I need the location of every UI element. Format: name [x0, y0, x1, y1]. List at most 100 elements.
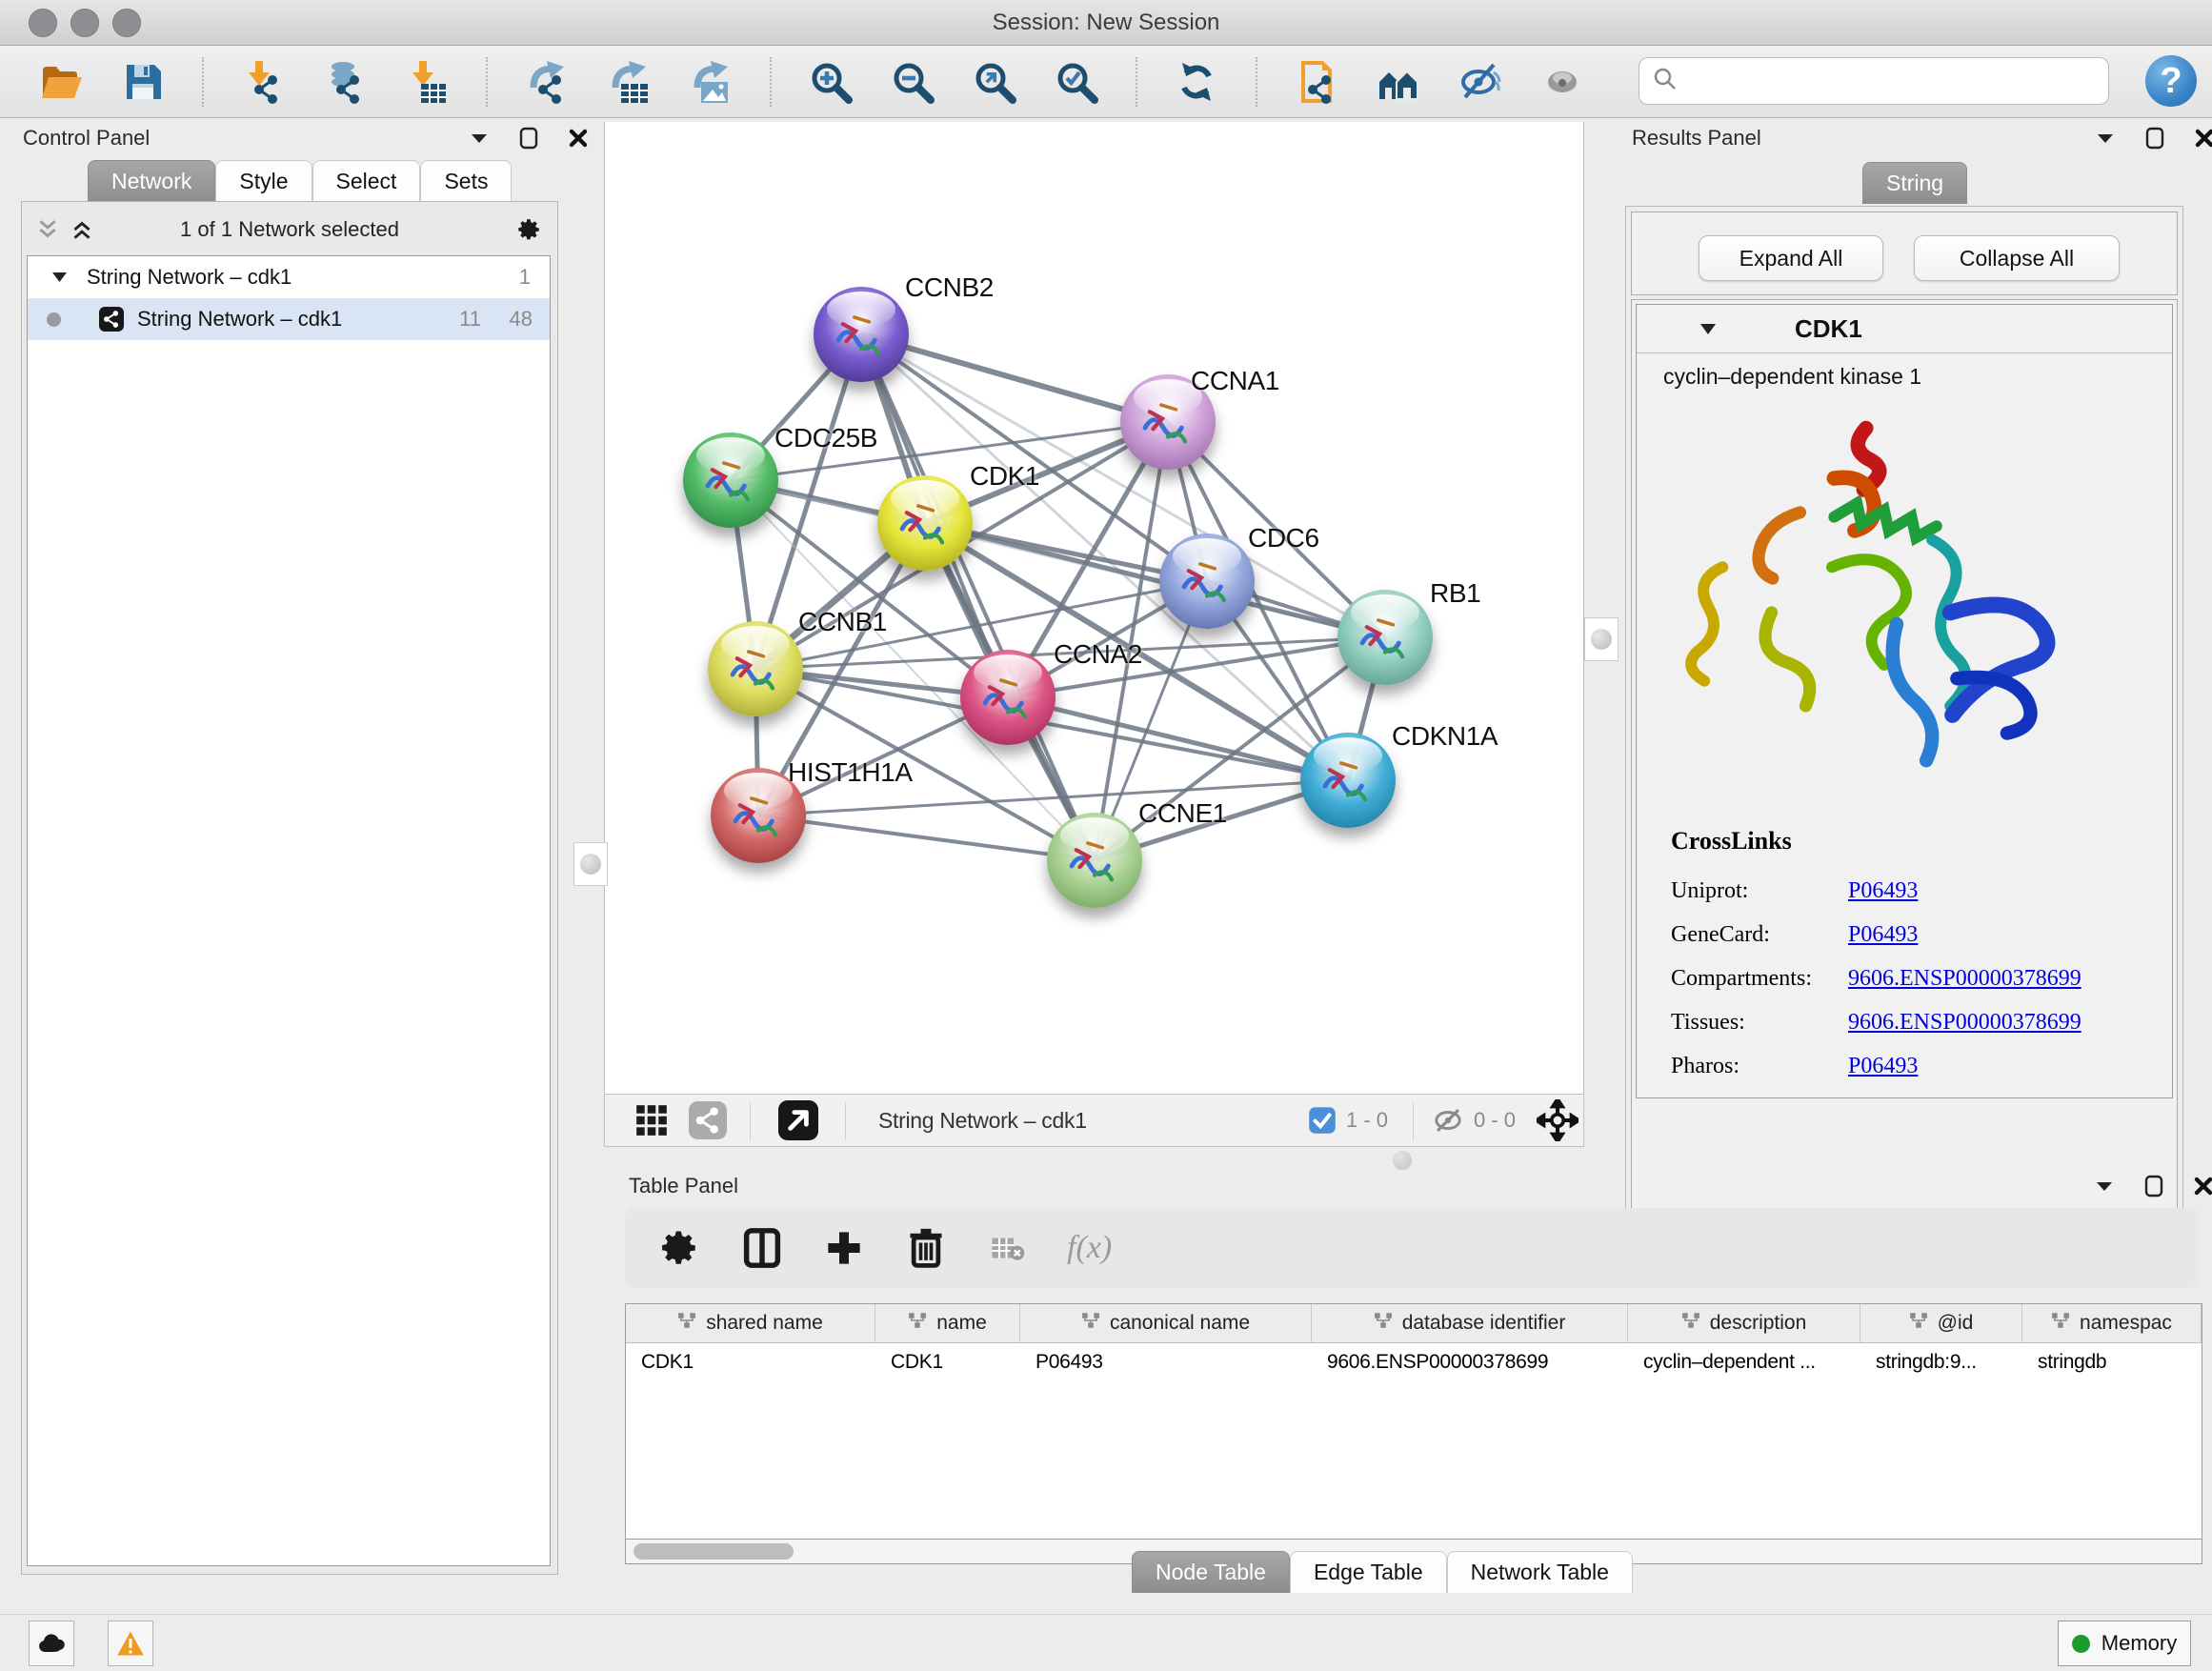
- warnings-button[interactable]: [108, 1621, 153, 1666]
- collection-disclosure-icon[interactable]: [47, 265, 71, 290]
- show-columns-icon[interactable]: [739, 1225, 785, 1271]
- show-panel-button[interactable]: [1538, 57, 1587, 107]
- export-table-icon: [606, 59, 652, 105]
- network-node-cdk1[interactable]: [877, 475, 973, 571]
- network-node-cdkn1a[interactable]: [1300, 733, 1396, 828]
- refresh-button[interactable]: [1172, 57, 1221, 107]
- node-count: 11: [459, 307, 481, 332]
- crosslink-link[interactable]: P06493: [1848, 878, 1918, 904]
- right-splitter-handle[interactable]: [1584, 617, 1619, 661]
- network-node-ccna2[interactable]: [960, 650, 1056, 745]
- close-panel-icon[interactable]: [2191, 1174, 2212, 1198]
- zoom-out-button[interactable]: [888, 57, 937, 107]
- tab-edge-table[interactable]: Edge Table: [1290, 1551, 1447, 1593]
- share-file-button[interactable]: [1292, 57, 1341, 107]
- column-header-name[interactable]: name: [875, 1304, 1020, 1342]
- hide-panel-button[interactable]: [1456, 57, 1505, 107]
- panel-menu-icon[interactable]: [467, 126, 492, 151]
- column-header-namespac[interactable]: namespac: [2022, 1304, 2202, 1342]
- fit-selected-move-icon[interactable]: [1537, 1099, 1579, 1141]
- table-settings-gear-icon[interactable]: [657, 1225, 703, 1271]
- share-file-icon: [1294, 59, 1339, 105]
- left-splitter-handle[interactable]: [573, 842, 608, 886]
- close-panel-icon[interactable]: [566, 126, 591, 151]
- tab-select[interactable]: Select: [312, 160, 421, 202]
- delete-column-trash-icon[interactable]: [903, 1225, 949, 1271]
- table-panel-tabs: Node TableEdge TableNetwork Table: [1132, 1551, 1633, 1593]
- scrollbar-thumb[interactable]: [633, 1543, 794, 1560]
- search-icon: [1651, 65, 1679, 98]
- table-cell[interactable]: stringdb:9...: [1860, 1343, 2022, 1381]
- open-session-button[interactable]: [36, 57, 86, 107]
- crosslink-link[interactable]: P06493: [1848, 922, 1918, 948]
- column-header--id[interactable]: @id: [1860, 1304, 2022, 1342]
- import-network-file-button[interactable]: [238, 57, 288, 107]
- table-row[interactable]: CDK1CDK1P064939606.ENSP00000378699cyclin…: [626, 1343, 2202, 1381]
- float-panel-icon[interactable]: [2142, 1174, 2166, 1198]
- table-cell[interactable]: cyclin–dependent ...: [1628, 1343, 1860, 1381]
- float-panel-icon[interactable]: [2142, 126, 2167, 151]
- results-scroll-area[interactable]: CDK1 cyclin–dependent kinase 1: [1631, 299, 2178, 1219]
- panel-menu-icon[interactable]: [2092, 1174, 2117, 1198]
- column-header-description[interactable]: description: [1628, 1304, 1860, 1342]
- help-button[interactable]: ?: [2145, 55, 2197, 107]
- crosslink-link[interactable]: P06493: [1848, 1054, 1918, 1079]
- hidden-elements-icon[interactable]: 0 - 0: [1432, 1106, 1516, 1135]
- string-home-button[interactable]: [1374, 57, 1423, 107]
- table-cell[interactable]: CDK1: [626, 1343, 875, 1381]
- network-collection-row[interactable]: String Network – cdk1 1: [28, 256, 550, 298]
- network-canvas[interactable]: CCNB2CCNA1CDC25BCDK1CDC6RB1CCNB1CCNA2CDK…: [604, 122, 1584, 1094]
- network-node-rb1[interactable]: [1337, 590, 1433, 685]
- birds-eye-view-icon[interactable]: [778, 1100, 818, 1140]
- tab-network[interactable]: Network: [88, 160, 215, 202]
- bottom-splitter-handle[interactable]: [1393, 1151, 1412, 1170]
- network-node-ccnb1[interactable]: [708, 621, 803, 716]
- expand-all-button[interactable]: Expand All: [1699, 235, 1883, 281]
- tab-node-table[interactable]: Node Table: [1132, 1551, 1290, 1593]
- cloud-status-button[interactable]: [29, 1621, 74, 1666]
- cdk1-card-header[interactable]: CDK1: [1637, 305, 2172, 353]
- tab-string[interactable]: String: [1862, 162, 1967, 204]
- grid-view-icon[interactable]: [633, 1102, 670, 1138]
- table-cell[interactable]: stringdb: [2022, 1343, 2202, 1381]
- zoom-in-button[interactable]: [806, 57, 855, 107]
- add-column-icon[interactable]: [821, 1225, 867, 1271]
- network-view-share-icon[interactable]: [689, 1101, 727, 1139]
- network-node-cdc6[interactable]: [1159, 534, 1255, 629]
- import-table-button[interactable]: [402, 57, 452, 107]
- network-options-gear-icon[interactable]: [517, 217, 542, 242]
- network-node-ccnb2[interactable]: [814, 287, 909, 382]
- network-row[interactable]: String Network – cdk1 11 48: [28, 298, 550, 340]
- tab-network-table[interactable]: Network Table: [1447, 1551, 1633, 1593]
- network-node-cdc25b[interactable]: [683, 433, 778, 528]
- selected-nodes-checkbox-icon[interactable]: 1 - 0: [1308, 1106, 1388, 1135]
- search-input[interactable]: [1679, 68, 2083, 94]
- save-session-button[interactable]: [118, 57, 168, 107]
- export-image-button[interactable]: [686, 57, 735, 107]
- column-header-shared-name[interactable]: shared name: [626, 1304, 875, 1342]
- tab-style[interactable]: Style: [215, 160, 312, 202]
- table-cell[interactable]: P06493: [1020, 1343, 1312, 1381]
- panel-menu-icon[interactable]: [2093, 126, 2118, 151]
- column-header-canonical-name[interactable]: canonical name: [1020, 1304, 1312, 1342]
- crosslink-link[interactable]: 9606.ENSP00000378699: [1848, 1010, 2081, 1036]
- node-table[interactable]: shared namenamecanonical namedatabase id…: [625, 1303, 2202, 1540]
- float-panel-icon[interactable]: [516, 126, 541, 151]
- export-network-button[interactable]: [522, 57, 572, 107]
- close-panel-icon[interactable]: [2192, 126, 2212, 151]
- table-cell[interactable]: 9606.ENSP00000378699: [1312, 1343, 1628, 1381]
- memory-button[interactable]: Memory: [2058, 1621, 2191, 1666]
- network-node-ccne1[interactable]: [1047, 813, 1142, 908]
- zoom-selected-button[interactable]: [1052, 57, 1101, 107]
- import-network-database-icon: [322, 59, 368, 105]
- crosslink-link[interactable]: 9606.ENSP00000378699: [1848, 966, 2081, 992]
- table-cell[interactable]: CDK1: [875, 1343, 1020, 1381]
- column-header-database-identifier[interactable]: database identifier: [1312, 1304, 1628, 1342]
- search-box[interactable]: [1639, 57, 2109, 105]
- zoom-fit-button[interactable]: [970, 57, 1019, 107]
- cdk1-disclosure-icon[interactable]: [1696, 316, 1720, 341]
- import-network-database-button[interactable]: [320, 57, 370, 107]
- tab-sets[interactable]: Sets: [420, 160, 512, 202]
- collapse-all-button[interactable]: Collapse All: [1914, 235, 2120, 281]
- export-table-button[interactable]: [604, 57, 654, 107]
